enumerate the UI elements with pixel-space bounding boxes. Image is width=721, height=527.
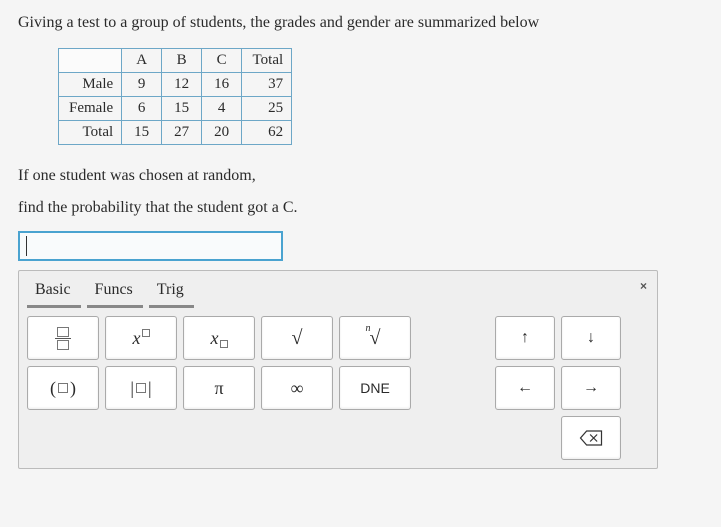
cell: 6 (122, 97, 162, 121)
col-header-a: A (122, 49, 162, 73)
row-label-total: Total (59, 121, 122, 145)
table-corner (59, 49, 122, 73)
cell: 37 (242, 73, 292, 97)
math-input-panel: × Basic Funcs Trig x x √ n√ ↑ ↓ (18, 270, 658, 469)
key-arrow-down[interactable]: ↓ (561, 316, 621, 360)
arrow-up-icon: ↑ (521, 329, 529, 347)
fraction-icon (55, 327, 71, 350)
key-infinity[interactable]: ∞ (261, 366, 333, 410)
grade-gender-table: A B C Total Male 9 12 16 37 Female 6 15 … (58, 48, 292, 145)
key-sqrt[interactable]: √ (261, 316, 333, 360)
key-parentheses[interactable]: () (27, 366, 99, 410)
cell: 12 (162, 73, 202, 97)
tab-trig[interactable]: Trig (149, 277, 194, 308)
key-pi[interactable]: π (183, 366, 255, 410)
infinity-icon: ∞ (291, 378, 304, 399)
key-arrow-left[interactable]: ← (495, 366, 555, 410)
sqrt-icon: √ (292, 327, 303, 350)
question-prompt-1: If one student was chosen at random, (18, 167, 703, 185)
close-icon[interactable]: × (640, 279, 647, 293)
key-absolute[interactable]: || (105, 366, 177, 410)
answer-input[interactable] (18, 231, 283, 261)
tab-funcs[interactable]: Funcs (87, 277, 143, 308)
cell: 15 (122, 121, 162, 145)
key-x-sub[interactable]: x (183, 316, 255, 360)
row-label-female: Female (59, 97, 122, 121)
cell: 4 (202, 97, 242, 121)
question-prompt-2: find the probability that the student go… (18, 199, 703, 217)
table-row: Female 6 15 4 25 (59, 97, 292, 121)
arrow-down-icon: ↓ (587, 329, 595, 347)
row-label-male: Male (59, 73, 122, 97)
backspace-icon (580, 431, 602, 445)
cell: 20 (202, 121, 242, 145)
key-fraction[interactable] (27, 316, 99, 360)
cell: 16 (202, 73, 242, 97)
key-arrow-right[interactable]: → (561, 366, 621, 410)
cell: 27 (162, 121, 202, 145)
x-sub-icon: x (211, 328, 228, 349)
cell: 25 (242, 97, 292, 121)
cell: 15 (162, 97, 202, 121)
table-row: Male 9 12 16 37 (59, 73, 292, 97)
dne-label: DNE (360, 380, 390, 396)
key-backspace[interactable] (561, 416, 621, 460)
key-dne[interactable]: DNE (339, 366, 411, 410)
key-x-power[interactable]: x (105, 316, 177, 360)
cell: 62 (242, 121, 292, 145)
x-power-icon: x (133, 328, 150, 349)
question-intro: Giving a test to a group of students, th… (18, 12, 703, 34)
nth-root-icon: n√ (370, 327, 381, 350)
parentheses-icon: () (50, 378, 76, 399)
key-nth-root[interactable]: n√ (339, 316, 411, 360)
table-row: Total 15 27 20 62 (59, 121, 292, 145)
col-header-c: C (202, 49, 242, 73)
col-header-total: Total (242, 49, 292, 73)
tab-basic[interactable]: Basic (27, 277, 81, 308)
cell: 9 (122, 73, 162, 97)
arrow-right-icon: → (583, 379, 599, 397)
key-arrow-up[interactable]: ↑ (495, 316, 555, 360)
absolute-icon: || (130, 378, 151, 399)
arrow-left-icon: ← (517, 379, 533, 397)
pi-icon: π (214, 378, 223, 399)
col-header-b: B (162, 49, 202, 73)
